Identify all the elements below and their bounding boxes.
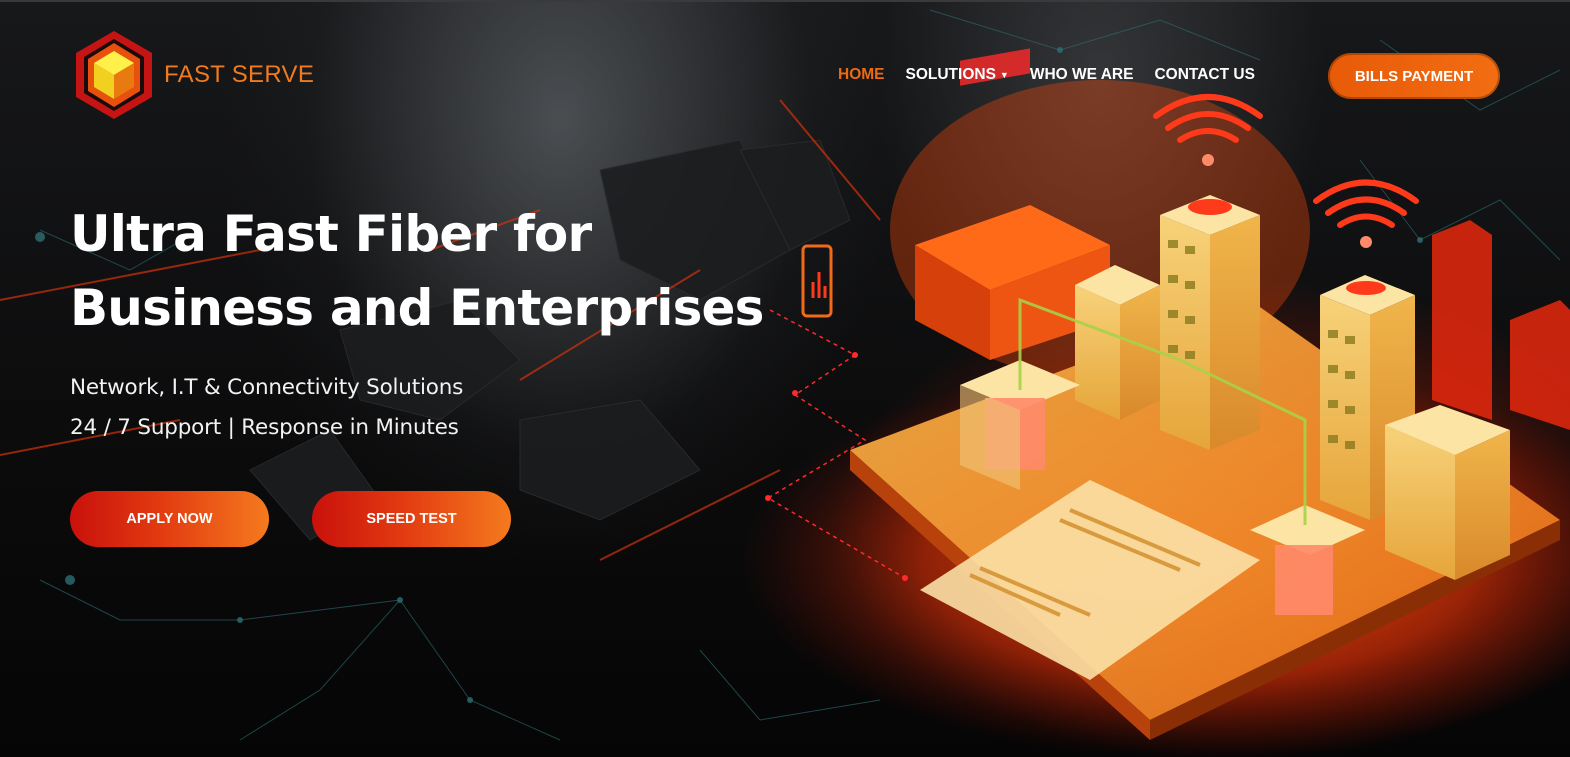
nav-contact-us[interactable]: CONTACT US — [1154, 66, 1254, 84]
headline-line-1: Ultra Fast Fiber for — [70, 205, 592, 263]
nav-who-we-are[interactable]: WHO WE ARE — [1030, 66, 1134, 84]
hexagon-cube-icon — [76, 31, 152, 119]
nav-home[interactable]: HOME — [838, 66, 885, 84]
subtitle-line-2: 24 / 7 Support | Response in Minutes — [70, 415, 459, 440]
subtitle-line-1: Network, I.T & Connectivity Solutions — [70, 375, 464, 400]
nav-solutions[interactable]: SOLUTIONS ▼ — [906, 66, 1009, 84]
caret-down-icon: ▼ — [999, 69, 1009, 80]
brand-name: FAST SERVE — [164, 61, 315, 88]
nav-solutions-label: SOLUTIONS — [905, 66, 996, 83]
brand-logo[interactable]: FAST SERVE — [72, 30, 314, 120]
bills-payment-button[interactable]: BILLS PAYMENT — [1328, 53, 1500, 99]
main-navigation: HOME SOLUTIONS ▼ WHO WE ARE CONTACT US — [838, 66, 1276, 84]
speed-test-button[interactable]: SPEED TEST — [312, 491, 511, 547]
apply-now-button[interactable]: APPLY NOW — [70, 491, 269, 547]
hero-headline: Ultra Fast Fiber for Business and Enterp… — [70, 197, 790, 345]
headline-line-2: Business and Enterprises — [70, 279, 764, 337]
hero-section: FAST SERVE HOME SOLUTIONS ▼ WHO WE ARE CO… — [0, 0, 1570, 757]
hero-subtitle: Network, I.T & Connectivity Solutions 24… — [70, 368, 463, 448]
